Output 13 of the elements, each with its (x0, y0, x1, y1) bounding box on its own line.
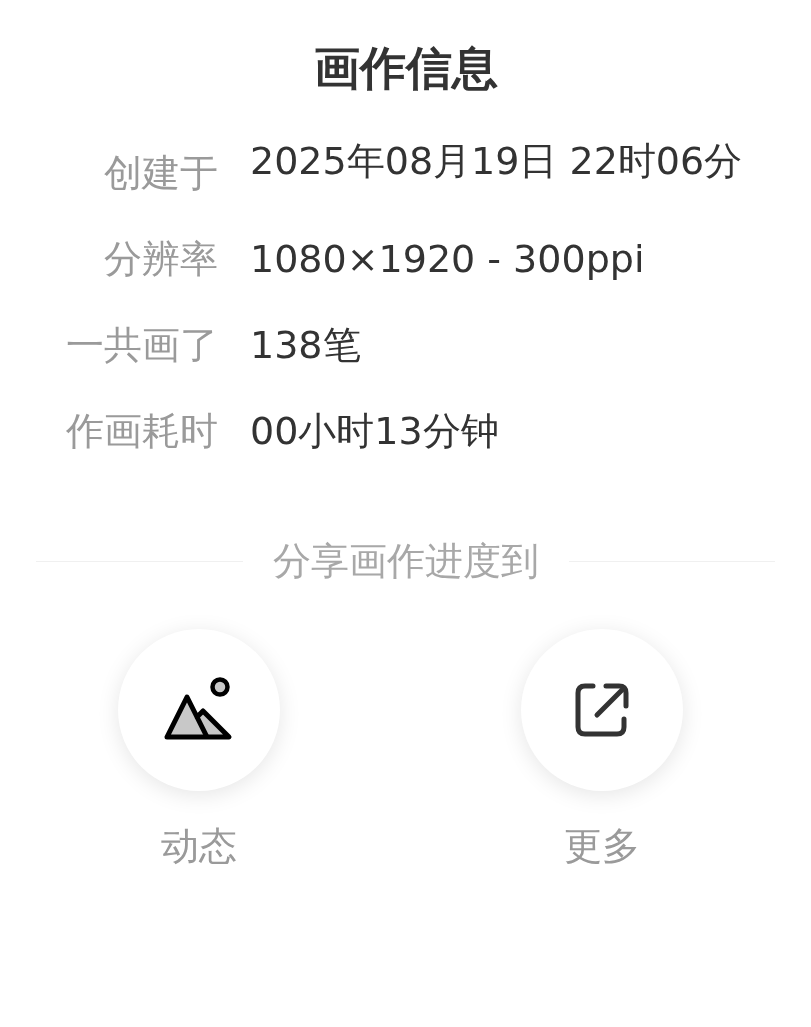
share-label: 动态 (161, 823, 237, 870)
info-label: 分辨率 (103, 236, 218, 282)
share-heading: 分享画作进度到 (272, 538, 539, 585)
external-link-icon (573, 681, 631, 739)
info-label: 创建于 (103, 150, 218, 196)
info-label: 作画耗时 (65, 408, 218, 454)
info-label: 一共画了 (65, 322, 218, 368)
info-value: 1080×1920 - 300ppi (250, 236, 646, 282)
info-value: 2025年08月19日 22时06分 (250, 138, 744, 184)
info-value: 00小时13分钟 (250, 408, 500, 454)
dialog-title: 画作信息 (312, 40, 499, 97)
info-value: 138笔 (250, 322, 362, 368)
share-label: 更多 (564, 823, 640, 870)
